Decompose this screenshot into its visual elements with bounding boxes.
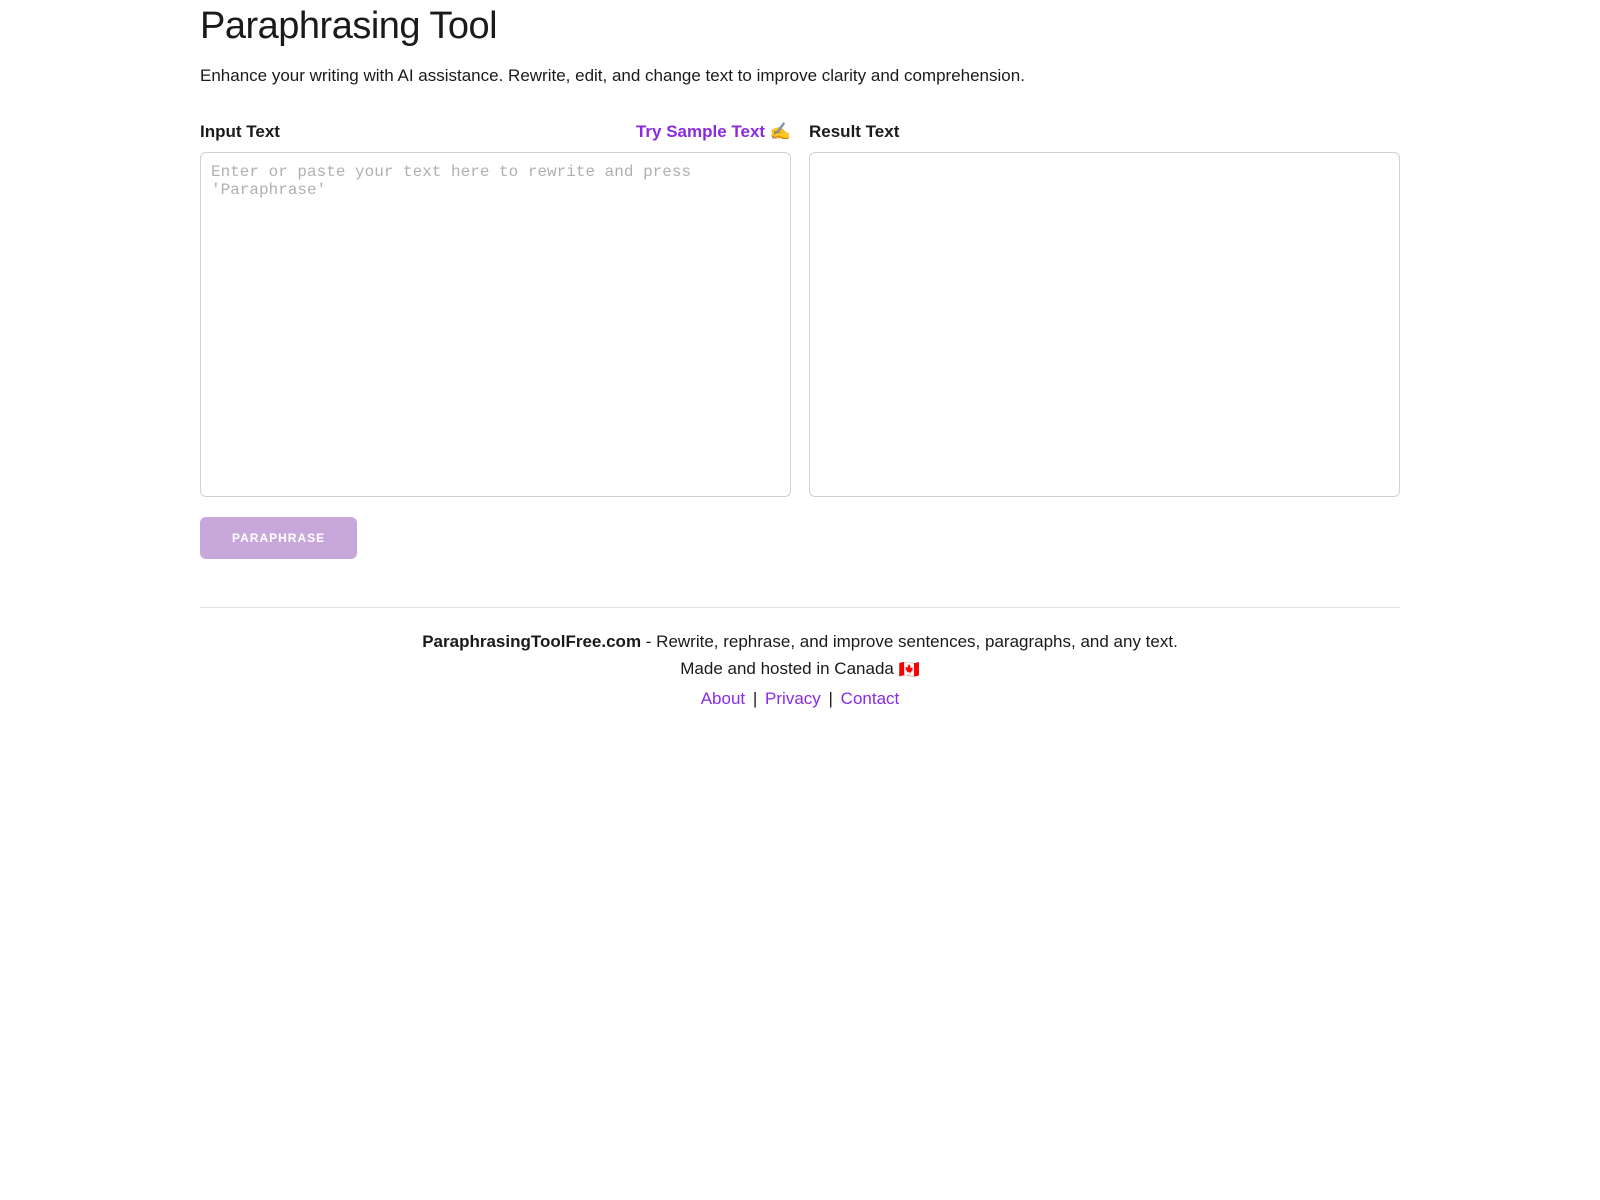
about-link[interactable]: About: [701, 689, 745, 708]
writing-hand-icon: ✍️: [770, 122, 791, 141]
input-textarea[interactable]: [200, 152, 791, 497]
privacy-link[interactable]: Privacy: [765, 689, 821, 708]
result-textarea: [809, 152, 1400, 497]
result-panel: Result Text: [809, 122, 1400, 559]
try-sample-text: Try Sample Text: [636, 122, 765, 141]
input-panel: Input Text Try Sample Text ✍️ PARAPHRASE: [200, 122, 791, 559]
paraphrase-button[interactable]: PARAPHRASE: [200, 517, 357, 559]
separator: |: [829, 689, 833, 708]
try-sample-link[interactable]: Try Sample Text ✍️: [636, 122, 791, 142]
footer: ParaphrasingToolFree.com - Rewrite, reph…: [200, 607, 1400, 712]
page-title: Paraphrasing Tool: [200, 5, 1400, 48]
input-label: Input Text: [200, 122, 280, 142]
separator: |: [753, 689, 757, 708]
footer-hosting: Made and hosted in Canada: [680, 659, 898, 678]
contact-link[interactable]: Contact: [841, 689, 900, 708]
page-subtitle: Enhance your writing with AI assistance.…: [200, 66, 1400, 86]
footer-links: About | Privacy | Contact: [200, 685, 1400, 712]
result-label: Result Text: [809, 122, 899, 142]
footer-tagline: - Rewrite, rephrase, and improve sentenc…: [641, 632, 1178, 651]
footer-site-name: ParaphrasingToolFree.com: [422, 632, 641, 651]
canada-flag-icon: 🇨🇦: [899, 656, 920, 683]
